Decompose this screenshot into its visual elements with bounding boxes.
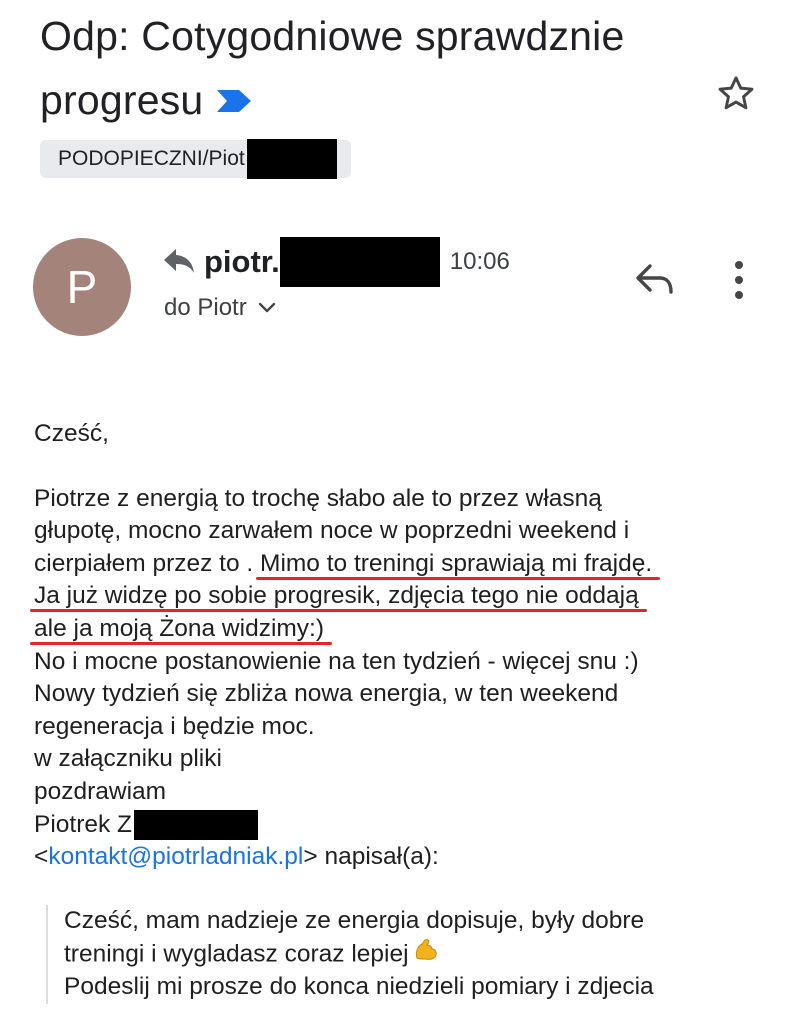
flexed-biceps-icon (413, 938, 439, 972)
quote-prefix: < (34, 843, 49, 871)
body-text: cierpiałem przez to . (34, 549, 261, 577)
recipient-text: do Piotr (164, 294, 247, 321)
reply-icon[interactable] (634, 260, 676, 298)
quoted-line: treningi i wygladasz coraz lepiej (64, 938, 785, 972)
quoted-message: Cześć, mam nadzieje ze energia dopisuje,… (46, 905, 785, 1004)
star-icon[interactable] (714, 72, 758, 116)
importance-marker-icon[interactable] (215, 68, 253, 132)
body-line: pozdrawiam (34, 777, 167, 805)
reply-arrow-icon (162, 247, 196, 277)
email-view: Odp: Cotygodniowe sprawdznie progresu PO… (0, 0, 785, 1024)
body-line: ale ja moją Żona widzimy:) (34, 613, 774, 646)
avatar[interactable]: P (33, 238, 131, 336)
email-body: Cześć, Piotrze z energią to trochę słabo… (34, 418, 774, 874)
redaction-bar (279, 237, 440, 287)
redaction-bar (134, 810, 259, 841)
body-line: w załączniku pliki (34, 745, 222, 773)
quote-header: <kontakt@piotrladniak.pl> napisał(a): (34, 841, 774, 874)
body-line: Nowy tydzień się zbliża nowa energia, w … (34, 680, 619, 708)
body-line: Ja już widzę po sobie progresik, zdjęcia… (34, 580, 774, 613)
quote-suffix: > napisał(a): (303, 843, 439, 871)
sender-row: piotr. 10:06 (162, 234, 510, 290)
recipient-row[interactable]: do Piotr (164, 294, 277, 322)
sender-name[interactable]: piotr. (204, 244, 280, 280)
timestamp: 10:06 (449, 248, 510, 275)
underlined-text: Ja już widzę po sobie progresik, zdjęcia… (34, 582, 639, 610)
greeting: Cześć, (34, 420, 109, 447)
email-subject: Odp: Cotygodniowe sprawdznie progresu (40, 4, 700, 132)
quoted-text: treningi i wygladasz coraz lepiej (64, 939, 409, 967)
quoted-line: Cześć, mam nadzieje ze energia dopisuje,… (64, 907, 645, 934)
sender-email-link[interactable]: kontakt@piotrladniak.pl (48, 843, 303, 870)
body-line: głupotę, mocno zarwałem noce w poprzedni… (34, 517, 630, 545)
body-line: No i mocne postanowienie na ten tydzień … (34, 647, 639, 675)
underlined-text: ale ja moją Żona widzimy:) (34, 614, 325, 642)
chevron-down-icon[interactable] (257, 301, 277, 315)
label-chip[interactable]: PODOPIECZNI/Piot (40, 139, 351, 179)
body-line: cierpiałem przez to . Mimo to treningi s… (34, 548, 774, 581)
signature-text: Piotrek Z (34, 810, 133, 838)
underlined-text: Mimo to treningi sprawiają mi frajdę. (260, 549, 653, 577)
label-text: PODOPIECZNI/Piot (58, 147, 245, 170)
signature: Piotrek Z (34, 809, 774, 842)
quoted-line: Podeslij mi prosze do konca niedzieli po… (64, 973, 654, 1001)
body-line: regeneracja i będzie moc. (34, 712, 315, 740)
body-line: Piotrze z energią to trochę słabo ale to… (34, 484, 602, 512)
more-vert-icon[interactable] (724, 258, 754, 302)
subject-text: Odp: Cotygodniowe sprawdznie progresu (40, 13, 625, 123)
redaction-bar (246, 139, 337, 179)
